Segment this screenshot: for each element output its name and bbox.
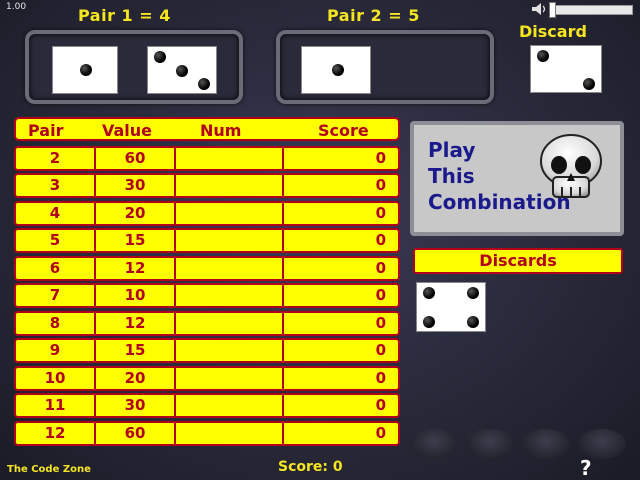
- cell-pair: 12: [16, 423, 96, 444]
- cell-num: [176, 175, 284, 196]
- cell-num: [176, 423, 284, 444]
- table-row[interactable]: 5 15 0: [14, 228, 400, 253]
- volume-slider[interactable]: [551, 5, 633, 15]
- cell-num: [176, 340, 284, 361]
- pair-1-die-2[interactable]: [147, 46, 217, 94]
- score-table-header: Pair Value Num Score: [14, 117, 400, 141]
- discards-title: Discards: [413, 248, 623, 274]
- help-icon[interactable]: ?: [580, 456, 592, 480]
- pair-1-label: Pair 1 = 4: [78, 6, 171, 25]
- die-pip: [423, 287, 435, 299]
- cell-value: 20: [96, 368, 176, 389]
- cell-value: 15: [96, 340, 176, 361]
- cell-pair: 7: [16, 285, 96, 306]
- die-pip: [176, 65, 188, 77]
- cell-num: [176, 230, 284, 251]
- cell-num: [176, 148, 284, 169]
- cell-value: 60: [96, 423, 176, 444]
- volume-control[interactable]: [531, 2, 635, 18]
- version-label: 1.00: [6, 2, 27, 12]
- cell-score: 0: [375, 149, 386, 167]
- table-row[interactable]: 6 12 0: [14, 256, 400, 281]
- die-pip: [583, 78, 595, 90]
- cell-num: [176, 368, 284, 389]
- die-pip: [467, 287, 479, 299]
- table-row[interactable]: 4 20 0: [14, 201, 400, 226]
- cell-num: [176, 203, 284, 224]
- speaker-icon[interactable]: [531, 2, 547, 16]
- table-row[interactable]: 12 60 0: [14, 421, 400, 446]
- cell-num: [176, 285, 284, 306]
- bubble-slot-3: [522, 429, 570, 459]
- table-row[interactable]: 7 10 0: [14, 283, 400, 308]
- cell-value: 15: [96, 230, 176, 251]
- header-pair: Pair: [28, 121, 64, 140]
- cell-value: 12: [96, 313, 176, 334]
- cell-score: 0: [375, 286, 386, 304]
- cell-score: 0: [375, 341, 386, 359]
- cell-pair: 6: [16, 258, 96, 279]
- cell-score: 0: [375, 369, 386, 387]
- cell-value: 20: [96, 203, 176, 224]
- discard-die[interactable]: [530, 45, 602, 93]
- cell-value: 60: [96, 148, 176, 169]
- skull-icon: [540, 134, 602, 198]
- die-pip: [198, 78, 210, 90]
- die-pip: [80, 64, 92, 76]
- play-combination-button[interactable]: Play This Combination: [410, 121, 624, 236]
- cell-pair: 2: [16, 148, 96, 169]
- cell-value: 30: [96, 175, 176, 196]
- pair-2-label: Pair 2 = 5: [327, 6, 420, 25]
- die-pip: [467, 316, 479, 328]
- cell-score: 0: [375, 424, 386, 442]
- cell-pair: 9: [16, 340, 96, 361]
- cell-pair: 4: [16, 203, 96, 224]
- header-score: Score: [318, 121, 369, 140]
- header-num: Num: [200, 121, 242, 140]
- cell-score: 0: [375, 204, 386, 222]
- cell-pair: 11: [16, 395, 96, 416]
- die-pip: [332, 64, 344, 76]
- pair-2-die-1[interactable]: [301, 46, 371, 94]
- header-value: Value: [102, 121, 153, 140]
- cell-pair: 8: [16, 313, 96, 334]
- cell-value: 30: [96, 395, 176, 416]
- die-pip: [154, 51, 166, 63]
- cell-num: [176, 258, 284, 279]
- cell-pair: 5: [16, 230, 96, 251]
- score-display: Score: 0: [278, 459, 343, 475]
- die-pip: [537, 50, 549, 62]
- table-row[interactable]: 8 12 0: [14, 311, 400, 336]
- brand-label: The Code Zone: [7, 464, 91, 475]
- cell-pair: 10: [16, 368, 96, 389]
- bubble-slot-4: [578, 429, 626, 459]
- table-row[interactable]: 2 60 0: [14, 146, 400, 171]
- cell-num: [176, 395, 284, 416]
- table-row[interactable]: 11 30 0: [14, 393, 400, 418]
- cell-num: [176, 313, 284, 334]
- cell-score: 0: [375, 259, 386, 277]
- cell-value: 12: [96, 258, 176, 279]
- table-row[interactable]: 3 30 0: [14, 173, 400, 198]
- cell-score: 0: [375, 176, 386, 194]
- table-row[interactable]: 10 20 0: [14, 366, 400, 391]
- cell-pair: 3: [16, 175, 96, 196]
- bubble-slot-2: [466, 429, 514, 459]
- cell-score: 0: [375, 231, 386, 249]
- discards-die: [416, 282, 486, 332]
- discard-label: Discard: [519, 22, 587, 41]
- table-row[interactable]: 9 15 0: [14, 338, 400, 363]
- cell-score: 0: [375, 314, 386, 332]
- bubble-slot-1: [410, 429, 458, 459]
- cell-score: 0: [375, 396, 386, 414]
- volume-handle[interactable]: [549, 2, 556, 18]
- cell-value: 10: [96, 285, 176, 306]
- pair-1-die-1[interactable]: [52, 46, 118, 94]
- die-pip: [423, 316, 435, 328]
